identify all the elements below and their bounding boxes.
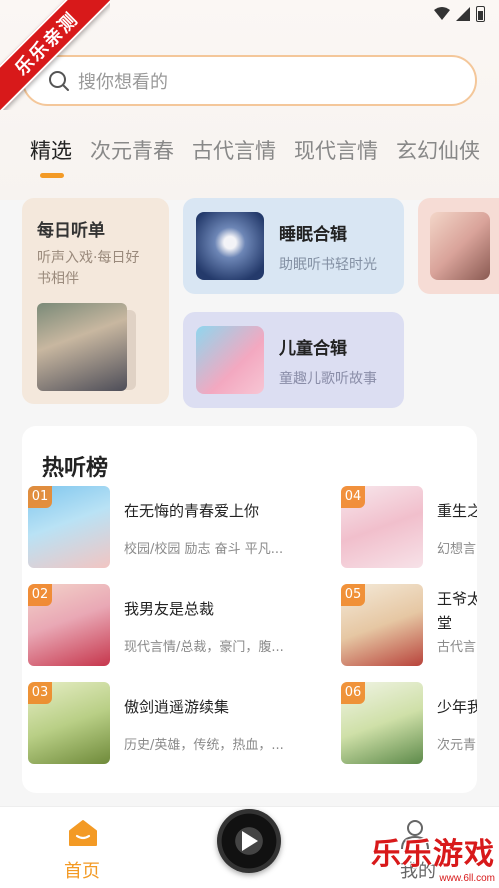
tab-label: 精选 <box>30 139 72 163</box>
book-tags: 次元青 <box>437 738 477 753</box>
list-item[interactable]: 02 我男友是总裁 现代言情/总裁，豪门，腹... <box>28 584 328 668</box>
sleep-collection-title: 睡眠合辑 <box>279 225 347 245</box>
sleep-collection-cover <box>196 212 264 280</box>
tab-youth[interactable]: 次元青春 <box>90 135 174 165</box>
list-item[interactable]: 05 王爷太 堂 古代言 <box>341 584 477 668</box>
book-tags: 历史/英雄，传统，热血，... <box>124 738 284 753</box>
book-tags: 校园/校园 励志 奋斗 平凡... <box>124 542 284 557</box>
book-tags: 现代言情/总裁，豪门，腹... <box>124 640 284 655</box>
rank-badge: 02 <box>28 584 52 606</box>
category-tabs: 精选 次元青春 古代言情 现代言情 玄幻仙侠 <box>30 135 498 178</box>
ribbon-text: 乐乐亲测 <box>0 0 110 110</box>
watermark-site-name: 乐乐游戏 <box>371 837 495 872</box>
book-tags: 幻想言 <box>437 542 477 557</box>
list-item[interactable]: 06 少年我 次元青 <box>341 682 477 766</box>
book-title: 我男友是总裁 <box>124 600 215 618</box>
daily-list-subtitle: 听声入戏·每日好书相伴 <box>37 250 140 287</box>
hot-list-panel: 热听榜 01 在无悔的青春爱上你 校园/校园 励志 奋斗 平凡... 02 我男… <box>22 426 477 793</box>
daily-list-cover <box>37 303 127 391</box>
sleep-collection-card[interactable]: 睡眠合辑 助眠听书轻时光 <box>183 198 404 294</box>
list-item[interactable]: 03 傲剑逍遥游续集 历史/英雄，传统，热血，... <box>28 682 328 766</box>
kids-collection-subtitle: 童趣儿歌听故事 <box>279 371 377 387</box>
book-title: 傲剑逍遥游续集 <box>124 698 230 716</box>
active-tab-indicator <box>40 173 64 178</box>
sleep-collection-subtitle: 助眠听书轻时光 <box>279 257 377 273</box>
play-icon <box>242 831 258 851</box>
nav-home-label[interactable]: 首页 <box>64 857 100 883</box>
kids-collection-card[interactable]: 儿童合辑 童趣儿歌听故事 <box>183 312 404 408</box>
daily-list-title: 每日听单 <box>37 221 105 241</box>
hot-list-title: 热听榜 <box>42 456 109 481</box>
book-title: 少年我 <box>437 698 477 716</box>
tab-modern-romance[interactable]: 现代言情 <box>294 135 378 165</box>
book-title: 王爷太 <box>437 590 477 608</box>
tab-ancient-romance[interactable]: 古代言情 <box>192 135 276 165</box>
rank-badge: 05 <box>341 584 365 606</box>
collection-cover-partial <box>430 212 490 280</box>
signal-icon <box>456 7 470 21</box>
site-watermark: 乐乐游戏 www.6ll.com <box>371 829 495 884</box>
book-tags: 古代言 <box>437 640 477 655</box>
home-icon[interactable] <box>68 819 98 847</box>
rank-badge: 01 <box>28 486 52 508</box>
watermark-ribbon: 乐乐亲测 <box>0 0 110 110</box>
tab-fantasy[interactable]: 玄幻仙侠 <box>396 135 480 165</box>
rank-badge: 04 <box>341 486 365 508</box>
list-item[interactable]: 04 重生之 幻想言 <box>341 486 477 570</box>
collection-card-partial[interactable] <box>418 198 499 294</box>
rank-badge: 03 <box>28 682 52 704</box>
mini-player-button[interactable] <box>217 809 281 873</box>
watermark-site-url: www.6ll.com <box>439 873 495 884</box>
list-item[interactable]: 01 在无悔的青春爱上你 校园/校园 励志 奋斗 平凡... <box>28 486 328 570</box>
kids-collection-title: 儿童合辑 <box>279 339 347 359</box>
book-title: 在无悔的青春爱上你 <box>124 502 260 520</box>
wifi-icon <box>434 7 450 20</box>
book-title: 重生之 <box>437 502 477 520</box>
tab-featured[interactable]: 精选 <box>30 135 72 178</box>
battery-icon <box>476 6 485 22</box>
daily-list-card[interactable]: 每日听单 听声入戏·每日好书相伴 <box>22 198 169 404</box>
rank-badge: 06 <box>341 682 365 704</box>
kids-collection-cover <box>196 326 264 394</box>
book-title-line2: 堂 <box>437 614 453 632</box>
